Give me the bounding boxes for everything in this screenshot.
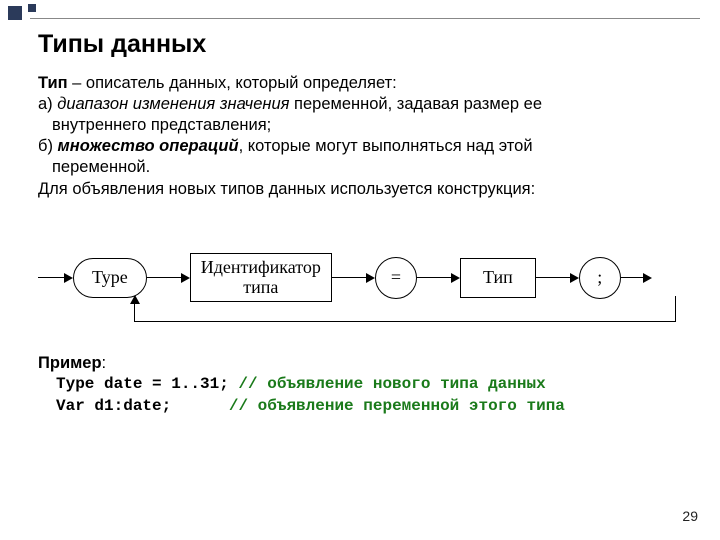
term-type: Тип (38, 74, 68, 92)
arrow-3 (417, 273, 460, 283)
item-a-italic: диапазон изменения значения (57, 95, 289, 113)
def-text: – описатель данных, который определяет: (68, 74, 397, 92)
slide-content: Типы данных Тип – описатель данных, кото… (38, 30, 692, 417)
def-line-1: Тип – описатель данных, который определя… (38, 73, 692, 94)
page-number: 29 (682, 508, 698, 524)
arrow-2 (332, 273, 375, 283)
item-b-italic: множество операций (58, 137, 239, 155)
loopback-arrow-head (130, 295, 140, 304)
node-equals: = (375, 257, 417, 299)
node-semicolon: ; (579, 257, 621, 299)
item-b-rest: , которые могут выполняться над этой (239, 137, 533, 155)
node-identifier-text: Идентификатор типа (201, 258, 321, 298)
item-b-label: б) (38, 137, 58, 155)
def-item-a-cont: внутреннего представления; (52, 115, 692, 136)
example-colon: : (102, 354, 107, 372)
arrow-in (38, 273, 73, 283)
example-label: Пример (38, 354, 102, 372)
deco-square-small (28, 4, 36, 12)
example-code-1: Type date = 1..31; // объявление нового … (56, 374, 692, 396)
code-2-comment: // объявление переменной этого типа (219, 397, 565, 415)
example-block: Пример: Type date = 1..31; // объявление… (38, 352, 692, 417)
item-a-label: а) (38, 95, 57, 113)
header-rule (30, 18, 700, 19)
item-a-rest: переменной, задавая размер ее (289, 95, 542, 113)
def-item-b-cont: переменной. (52, 157, 692, 178)
slide-title: Типы данных (38, 30, 692, 59)
code-1-text: Type date = 1..31; (56, 375, 229, 393)
def-item-b: б) множество операций, которые могут вып… (38, 136, 692, 157)
diagram-loopback (134, 296, 676, 322)
def-item-a: а) диапазон изменения значения переменно… (38, 94, 692, 115)
code-1-comment: // объявление нового типа данных (229, 375, 546, 393)
arrow-4 (536, 273, 579, 283)
example-label-line: Пример: (38, 352, 692, 374)
node-type: Тип (460, 258, 536, 298)
arrow-1 (147, 273, 190, 283)
syntax-diagram: Type Идентификатор типа = Тип ; (38, 228, 692, 328)
def-declaration-line: Для объявления новых типов данных исполь… (38, 179, 692, 200)
arrow-out (621, 273, 652, 283)
code-2-text: Var d1:date; (56, 397, 219, 415)
definition-paragraph: Тип – описатель данных, который определя… (38, 73, 692, 200)
node-type-keyword: Type (73, 258, 147, 298)
deco-square-large (8, 6, 22, 20)
example-code-2: Var d1:date; // объявление переменной эт… (56, 396, 692, 418)
